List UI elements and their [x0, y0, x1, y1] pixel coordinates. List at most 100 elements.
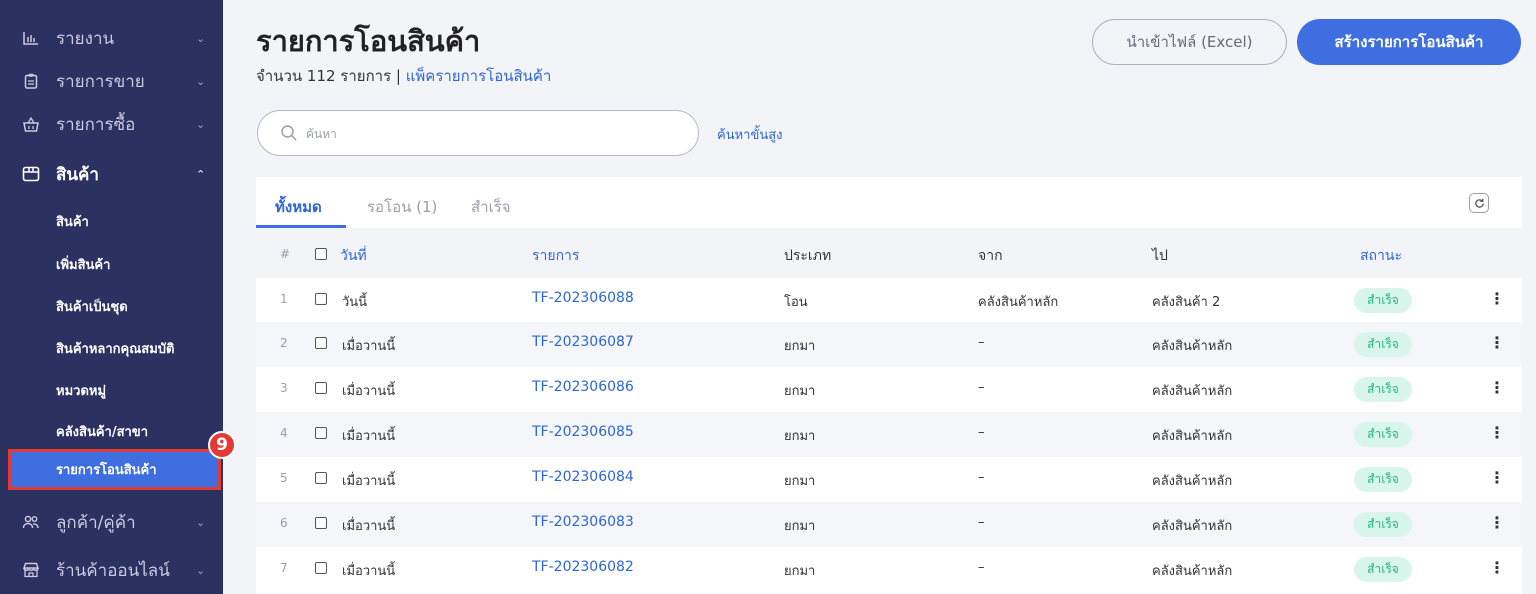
row-number: 7 — [280, 561, 288, 575]
row-transfer-code-link[interactable]: TF-202306082 — [532, 559, 634, 575]
table-row[interactable]: 5 เมื่อวานนี้ TF-202306084 ยกมา – คลังสินค้าห… — [256, 457, 1522, 502]
column-header-type: ประเภท — [784, 248, 832, 264]
column-header-to: ไป — [1152, 248, 1168, 264]
more-options-icon[interactable]: ⋮ — [1489, 333, 1505, 352]
people-icon — [22, 513, 40, 531]
row-number: 2 — [280, 336, 288, 350]
sidebar-item-sales[interactable]: รายการขาย ⌄ — [0, 61, 223, 101]
tab-all[interactable]: ทั้งหมด — [275, 195, 322, 219]
transfers-card: ทั้งหมด รอโอน (1) สำเร็จ # วันที่ รายการ… — [256, 177, 1522, 594]
row-date: เมื่อวานนี้ — [342, 564, 396, 579]
row-transfer-code-link[interactable]: TF-202306086 — [532, 379, 634, 395]
status-badge: สำเร็จ — [1354, 467, 1412, 492]
row-to: คลังสินค้าหลัก — [1152, 519, 1233, 534]
select-all-checkbox[interactable] — [315, 248, 327, 260]
more-options-icon[interactable]: ⋮ — [1489, 513, 1505, 532]
refresh-icon[interactable] — [1469, 193, 1489, 213]
sidebar-subitem-transfers[interactable]: รายการโอนสินค้า — [8, 449, 221, 490]
row-transfer-code-link[interactable]: TF-202306083 — [532, 514, 634, 530]
row-date: เมื่อวานนี้ — [342, 339, 396, 354]
box-icon — [22, 165, 40, 183]
table-row[interactable]: 4 เมื่อวานนี้ TF-202306085 ยกมา – คลังสินค้าห… — [256, 412, 1522, 457]
row-to: คลังสินค้าหลัก — [1152, 429, 1233, 444]
sidebar-subitem-products[interactable]: สินค้า — [56, 211, 89, 232]
sidebar-subitem-label: รายการโอนสินค้า — [56, 463, 157, 478]
step-marker-badge: 9 — [208, 431, 236, 459]
table-row[interactable]: 3 เมื่อวานนี้ TF-202306086 ยกมา – คลังสินค้าห… — [256, 367, 1522, 412]
table-header: # วันที่ รายการ ประเภท จาก ไป สถานะ — [256, 228, 1522, 278]
more-options-icon[interactable]: ⋮ — [1489, 423, 1505, 442]
more-options-icon[interactable]: ⋮ — [1489, 558, 1505, 577]
search-input[interactable] — [306, 122, 676, 146]
sidebar-subitem-add-product[interactable]: เพิ่มสินค้า — [56, 254, 110, 275]
row-type: ยกมา — [784, 384, 816, 399]
status-badge: สำเร็จ — [1354, 377, 1412, 402]
row-type: ยกมา — [784, 564, 816, 579]
row-date: เมื่อวานนี้ — [342, 519, 396, 534]
row-from: – — [978, 380, 985, 395]
tab-pending[interactable]: รอโอน (1) — [367, 195, 437, 219]
row-date: เมื่อวานนี้ — [342, 384, 396, 399]
row-from: – — [978, 560, 985, 575]
chevron-down-icon: ⌄ — [196, 515, 206, 529]
chevron-down-icon: ⌄ — [196, 117, 206, 131]
row-type: ยกมา — [784, 429, 816, 444]
table-row[interactable]: 2 เมื่อวานนี้ TF-202306087 ยกมา – คลังสินค้าห… — [256, 322, 1522, 367]
sidebar-subitem-warehouses[interactable]: คลังสินค้า/สาขา — [56, 421, 148, 442]
row-checkbox[interactable] — [315, 517, 327, 529]
row-date: เมื่อวานนี้ — [342, 474, 396, 489]
row-from: คลังสินค้าหลัก — [978, 295, 1059, 310]
column-header-status[interactable]: สถานะ — [1360, 245, 1402, 267]
row-transfer-code-link[interactable]: TF-202306084 — [532, 469, 634, 485]
sidebar-item-online-store[interactable]: ร้านค้าออนไลน์ ⌄ — [0, 550, 223, 590]
record-count: จำนวน 112 รายการ | แพ็ครายการโอนสินค้า — [256, 64, 551, 88]
more-options-icon[interactable]: ⋮ — [1489, 378, 1505, 397]
create-transfer-button[interactable]: สร้างรายการโอนสินค้า — [1297, 19, 1521, 65]
row-from: – — [978, 335, 985, 350]
row-to: คลังสินค้าหลัก — [1152, 564, 1233, 579]
row-checkbox[interactable] — [315, 427, 327, 439]
row-to: คลังสินค้า 2 — [1152, 295, 1221, 310]
sidebar-item-customers[interactable]: ลูกค้า/คู่ค้า ⌄ — [0, 502, 223, 542]
row-from: – — [978, 470, 985, 485]
search-box — [257, 110, 699, 156]
row-type: ยกมา — [784, 339, 816, 354]
row-checkbox[interactable] — [315, 472, 327, 484]
table-row[interactable]: 1 วันนี้ TF-202306088 โอน คลังสินค้าหลัก คลัง… — [256, 278, 1522, 323]
tab-completed[interactable]: สำเร็จ — [471, 195, 511, 219]
row-transfer-code-link[interactable]: TF-202306085 — [532, 424, 634, 440]
more-options-icon[interactable]: ⋮ — [1489, 468, 1505, 487]
row-checkbox[interactable] — [315, 382, 327, 394]
bar-chart-icon — [22, 29, 40, 47]
import-excel-button[interactable]: นำเข้าไฟล์ (Excel) — [1092, 19, 1287, 65]
column-header-item[interactable]: รายการ — [532, 245, 579, 267]
row-checkbox[interactable] — [315, 293, 327, 305]
table-row[interactable]: 6 เมื่อวานนี้ TF-202306083 ยกมา – คลังสินค้าห… — [256, 502, 1522, 547]
clipboard-icon — [22, 72, 40, 90]
column-header-date[interactable]: วันที่ — [340, 245, 367, 267]
advanced-search-link[interactable]: ค้นหาขั้นสูง — [717, 124, 783, 145]
sidebar-subitem-variants[interactable]: สินค้าหลากคุณสมบัติ — [56, 338, 174, 359]
row-to: คลังสินค้าหลัก — [1152, 339, 1233, 354]
pack-transfers-link[interactable]: แพ็ครายการโอนสินค้า — [406, 67, 552, 85]
sidebar-subitem-product-sets[interactable]: สินค้าเป็นชุด — [56, 296, 128, 317]
row-type: ยกมา — [784, 474, 816, 489]
chevron-down-icon: ⌄ — [196, 563, 206, 577]
row-number: 4 — [280, 426, 288, 440]
sidebar-item-products[interactable]: สินค้า ⌃ — [0, 154, 223, 194]
sidebar-item-reports[interactable]: รายงาน ⌄ — [0, 18, 223, 58]
sidebar-item-purchases[interactable]: รายการซื้อ ⌄ — [0, 104, 223, 144]
row-to: คลังสินค้าหลัก — [1152, 384, 1233, 399]
row-transfer-code-link[interactable]: TF-202306087 — [532, 334, 634, 350]
status-badge: สำเร็จ — [1354, 288, 1412, 313]
sidebar-item-label: ลูกค้า/คู่ค้า — [56, 512, 136, 533]
row-checkbox[interactable] — [315, 337, 327, 349]
record-count-text: จำนวน 112 รายการ | — [256, 67, 406, 85]
row-transfer-code-link[interactable]: TF-202306088 — [532, 290, 634, 306]
column-header-number: # — [280, 247, 291, 261]
table-row[interactable]: 7 เมื่อวานนี้ TF-202306082 ยกมา – คลังสินค้าห… — [256, 547, 1522, 592]
row-checkbox[interactable] — [315, 562, 327, 574]
column-header-from: จาก — [978, 248, 1003, 264]
more-options-icon[interactable]: ⋮ — [1489, 289, 1505, 308]
sidebar-subitem-categories[interactable]: หมวดหมู่ — [56, 380, 106, 401]
